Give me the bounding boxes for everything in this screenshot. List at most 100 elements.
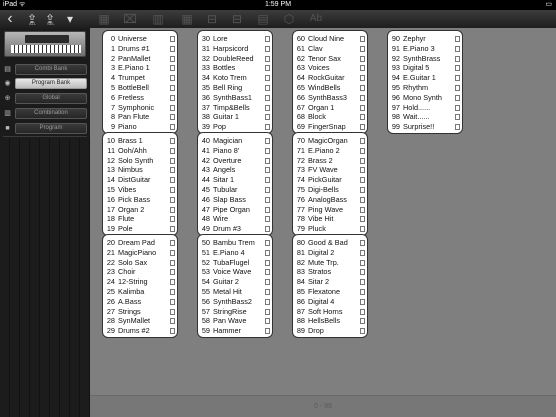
list-item[interactable]: 31 Harpsicord	[200, 44, 270, 54]
dropdown-button[interactable]: ▾	[63, 11, 77, 27]
bank-block[interactable]: 10 Brass 1 11 Ooh/Ahh 12 Solo Synth 13 Nimbu…	[102, 132, 178, 236]
bank-block[interactable]: 0 Universe 1 Drums #1 2 PanMallet 3 E.Piano …	[102, 30, 178, 134]
list-item[interactable]: 56 SynthBass2	[200, 297, 270, 307]
list-item[interactable]: 5 BottleBell	[105, 83, 175, 93]
list-item[interactable]: 32 DoubleReed	[200, 54, 270, 64]
list-item[interactable]: 1 Drums #1	[105, 44, 175, 54]
list-item[interactable]: 4 Trumpet	[105, 73, 175, 83]
list-item[interactable]: 11 Ooh/Ahh	[105, 146, 175, 156]
list-item[interactable]: 23 Choir	[105, 267, 175, 277]
grid-icon[interactable]: ▦	[180, 11, 194, 27]
list-item[interactable]: 82 Mute Trp.	[295, 258, 365, 268]
list-item[interactable]: 35 Bell Ring	[200, 83, 270, 93]
list-item[interactable]: 25 Kalimba	[105, 287, 175, 297]
back-icon[interactable]: ‹	[4, 11, 16, 27]
bank-block[interactable]: 50 Bambu Trem 51 E.Piano 4 52 TubaFlugel 53…	[197, 234, 273, 338]
bank-block[interactable]: 60 Cloud Nine 61 Clav 62 Tenor Sax 63 Voices…	[292, 30, 368, 134]
list-item[interactable]: 9 Piano	[105, 122, 175, 132]
list-item[interactable]: 87 Soft Horns	[295, 307, 365, 317]
list-item[interactable]: 42 Overture	[200, 156, 270, 166]
bank-block[interactable]: 30 Lore 31 Harpsicord 32 DoubleReed 33 Bottl…	[197, 30, 273, 134]
list-item[interactable]: 62 Tenor Sax	[295, 54, 365, 64]
list-item[interactable]: 76 AnalogBass	[295, 195, 365, 205]
list-item[interactable]: 81 Digital 2	[295, 248, 365, 258]
list-item[interactable]: 16 Pick Bass	[105, 195, 175, 205]
list-item[interactable]: 48 Wire	[200, 214, 270, 224]
list-item[interactable]: 79 Pluck	[295, 224, 365, 234]
bank-block[interactable]: 70 MagicOrgan 71 E.Piano 2 72 Brass 2 73 FV …	[292, 132, 368, 236]
list-item[interactable]: 44 Sitar 1	[200, 175, 270, 185]
list-item[interactable]: 78 Vibe Hit	[295, 214, 365, 224]
list-item[interactable]: 13 Nimbus	[105, 165, 175, 175]
paste-icon[interactable]: ⊟	[230, 11, 244, 27]
list-item[interactable]: 52 TubaFlugel	[200, 258, 270, 268]
copy-icon[interactable]: ⊟	[205, 11, 219, 27]
list-item[interactable]: 98 Wait......	[390, 112, 460, 122]
list-item[interactable]: 53 Voice Wave	[200, 267, 270, 277]
list-item[interactable]: 45 Tubular	[200, 185, 270, 195]
list-item[interactable]: 27 Strings	[105, 307, 175, 317]
list-item[interactable]: 69 FingerSnap	[295, 122, 365, 132]
list-item[interactable]: 83 Stratos	[295, 267, 365, 277]
list-item[interactable]: 92 SynthBrass	[390, 54, 460, 64]
list-item[interactable]: 75 Digi-Bells	[295, 185, 365, 195]
list-item[interactable]: 29 Drums #2	[105, 326, 175, 336]
list-item[interactable]: 94 E.Guitar 1	[390, 73, 460, 83]
list-item[interactable]: 6 Fretless	[105, 93, 175, 103]
list-item[interactable]: 50 Bambu Trem	[200, 238, 270, 248]
list-item[interactable]: 47 Pipe Organ	[200, 205, 270, 215]
bank-block[interactable]: 40 Magician 41 Piano 8' 42 Overture 43 Angel…	[197, 132, 273, 236]
rename-icon[interactable]: Ab	[308, 11, 324, 27]
list-item[interactable]: 20 Dream Pad	[105, 238, 175, 248]
list-item[interactable]: 38 Guitar 1	[200, 112, 270, 122]
list-icon[interactable]: ▤	[256, 11, 270, 27]
list-item[interactable]: 46 Slap Bass	[200, 195, 270, 205]
list-item[interactable]: 72 Brass 2	[295, 156, 365, 166]
list-item[interactable]: 74 PickGuitar	[295, 175, 365, 185]
program-bank-button[interactable]: Program Bank	[15, 78, 87, 89]
list-item[interactable]: 14 DistGuitar	[105, 175, 175, 185]
list-item[interactable]: 41 Piano 8'	[200, 146, 270, 156]
list-item[interactable]: 33 Bottles	[200, 63, 270, 73]
list-item[interactable]: 58 Pan Wave	[200, 316, 270, 326]
global-button[interactable]: Global	[15, 93, 87, 104]
list-item[interactable]: 80 Good & Bad	[295, 238, 365, 248]
list-item[interactable]: 15 Vibes	[105, 185, 175, 195]
list-item[interactable]: 7 Symphonic	[105, 103, 175, 113]
list-item[interactable]: 54 Guitar 2	[200, 277, 270, 287]
list-item[interactable]: 64 RockGuitar	[295, 73, 365, 83]
grid-icon[interactable]: ▦	[97, 11, 111, 27]
list-item[interactable]: 95 Rhythm	[390, 83, 460, 93]
list-item[interactable]: 57 StringRise	[200, 307, 270, 317]
program-button[interactable]: Program	[15, 123, 87, 134]
list-item[interactable]: 88 HellsBells	[295, 316, 365, 326]
list-item[interactable]: 18 Flute	[105, 214, 175, 224]
list-item[interactable]: 39 Pop	[200, 122, 270, 132]
list-item[interactable]: 66 SynthBass3	[295, 93, 365, 103]
columns-icon[interactable]: ▥	[151, 11, 165, 27]
list-item[interactable]: 21 MagicPiano	[105, 248, 175, 258]
list-item[interactable]: 97 Hold......	[390, 103, 460, 113]
list-item[interactable]: 84 Sitar 2	[295, 277, 365, 287]
list-item[interactable]: 77 Ping Wave	[295, 205, 365, 215]
list-item[interactable]: 2 PanMallet	[105, 54, 175, 64]
list-item[interactable]: 28 SynMallet	[105, 316, 175, 326]
list-item[interactable]: 40 Magician	[200, 136, 270, 146]
list-item[interactable]: 22 Solo Sax	[105, 258, 175, 268]
list-item[interactable]: 26 A.Bass	[105, 297, 175, 307]
list-item[interactable]: 24 12-String	[105, 277, 175, 287]
list-item[interactable]: 0 Universe	[105, 34, 175, 44]
list-item[interactable]: 86 Digital 4	[295, 297, 365, 307]
list-item[interactable]: 55 Metal Hit	[200, 287, 270, 297]
list-item[interactable]: 65 WindBells	[295, 83, 365, 93]
list-item[interactable]: 61 Clav	[295, 44, 365, 54]
list-item[interactable]: 3 E.Piano 1	[105, 63, 175, 73]
list-item[interactable]: 17 Organ 2	[105, 205, 175, 215]
list-item[interactable]: 59 Hammer	[200, 326, 270, 336]
list-item[interactable]: 12 Solo Synth	[105, 156, 175, 166]
list-item[interactable]: 10 Brass 1	[105, 136, 175, 146]
list-item[interactable]: 68 Block	[295, 112, 365, 122]
list-item[interactable]: 73 FV Wave	[295, 165, 365, 175]
list-item[interactable]: 43 Angels	[200, 165, 270, 175]
list-item[interactable]: 85 Flexatone	[295, 287, 365, 297]
